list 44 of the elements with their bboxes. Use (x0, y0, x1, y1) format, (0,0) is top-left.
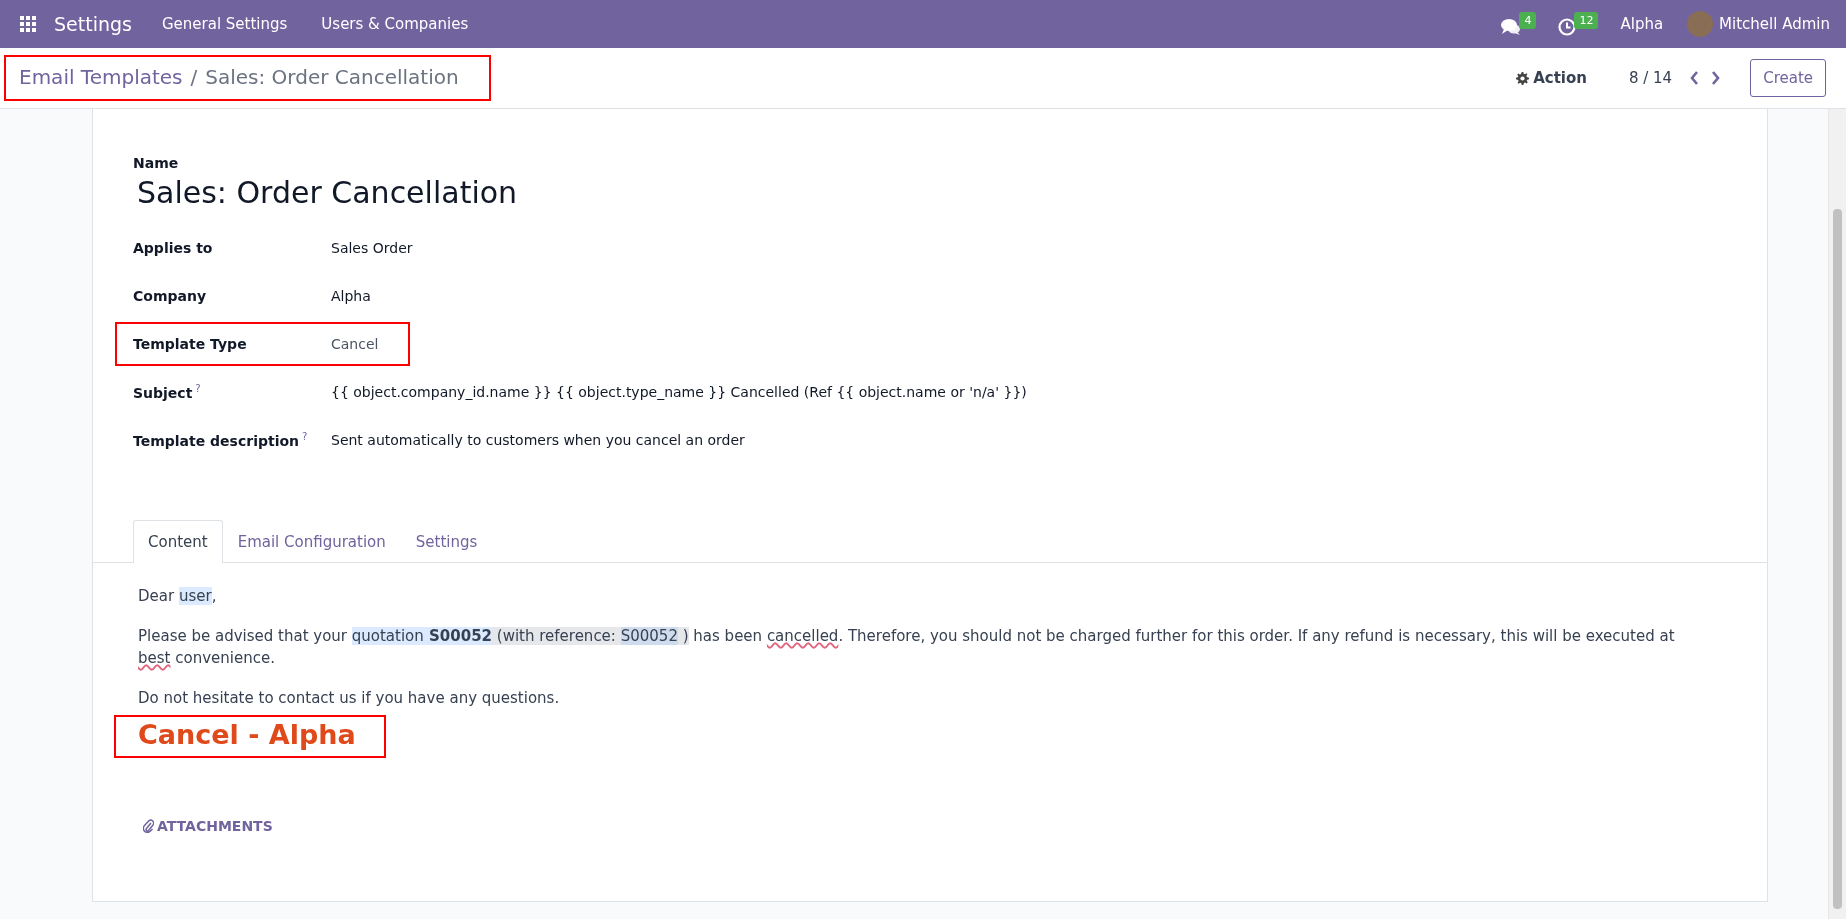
breadcrumb-link[interactable]: Email Templates (19, 65, 183, 89)
field-label: Name (133, 155, 180, 171)
nav-menu-item[interactable]: Users & Companies (321, 15, 469, 33)
tab[interactable]: Content (133, 520, 223, 563)
breadcrumb-separator: / (190, 65, 198, 89)
paperclip-icon (143, 819, 154, 833)
attachments-link[interactable]: ATTACHMENTS (143, 818, 1767, 834)
body-paragraph: Please be advised that your quotation S00052 (with reference: S00052 ) has been cancelled. Therefore, you should not be charged further for this order. If any refund is necessary, this will be executed at best convenience. (138, 626, 1676, 669)
field-label-text: Company (133, 288, 207, 304)
company-switcher[interactable]: Alpha (1620, 15, 1664, 33)
action-button[interactable]: Action (1510, 68, 1593, 88)
field-label-text: Template description (133, 432, 300, 449)
breadcrumb-current: Sales: Order Cancellation (205, 65, 459, 89)
create-button[interactable]: Create (1750, 59, 1826, 97)
chevron-left-icon (1690, 71, 1700, 85)
user-menu[interactable]: Mitchell Admin (1719, 15, 1830, 33)
field-value[interactable]: {{ object.company_id.name }} {{ object.type_name }} Cancelled (Ref {{ object.name or 'n/a' }}) (331, 384, 1027, 400)
clock-icon[interactable] (1558, 18, 1577, 36)
activity-count-badge: 12 (1574, 12, 1599, 29)
gear-icon (1516, 71, 1530, 85)
body-paragraph: Do not hesitate to contact us if you have any questions. (138, 688, 561, 709)
record-title: Sales: Order Cancellation (137, 175, 519, 210)
tab[interactable]: Email Configuration (222, 520, 401, 563)
help-tooltip-mark[interactable]: ? (302, 431, 308, 443)
scrollbar-thumb[interactable] (1833, 209, 1842, 909)
field-label-text: Subject (133, 384, 193, 401)
body-paragraph: Dear user, (138, 586, 218, 607)
chat-icon[interactable] (1501, 18, 1522, 36)
field-label-text: Template Type (133, 336, 247, 352)
chevron-right-icon (1711, 71, 1721, 85)
help-tooltip-mark[interactable]: ? (195, 383, 201, 395)
body-heading: Cancel - Alpha (138, 719, 356, 750)
apps-menu-icon[interactable] (20, 16, 36, 32)
field-value[interactable]: Cancel (331, 336, 379, 352)
field-value[interactable]: Sales Order (331, 240, 413, 256)
field-value[interactable]: Sent automatically to customers when you cancel an order (331, 432, 745, 448)
pager-value: 8 / 14 (1628, 69, 1673, 87)
nav-menu-item[interactable]: General Settings (161, 15, 288, 33)
field-value[interactable]: Alpha (331, 288, 371, 304)
message-count-badge: 4 (1519, 12, 1537, 29)
tab[interactable]: Settings (400, 520, 493, 563)
scrollbar[interactable] (1828, 109, 1846, 919)
field-label-text: Applies to (133, 240, 213, 256)
app-name[interactable]: Settings (54, 13, 132, 35)
